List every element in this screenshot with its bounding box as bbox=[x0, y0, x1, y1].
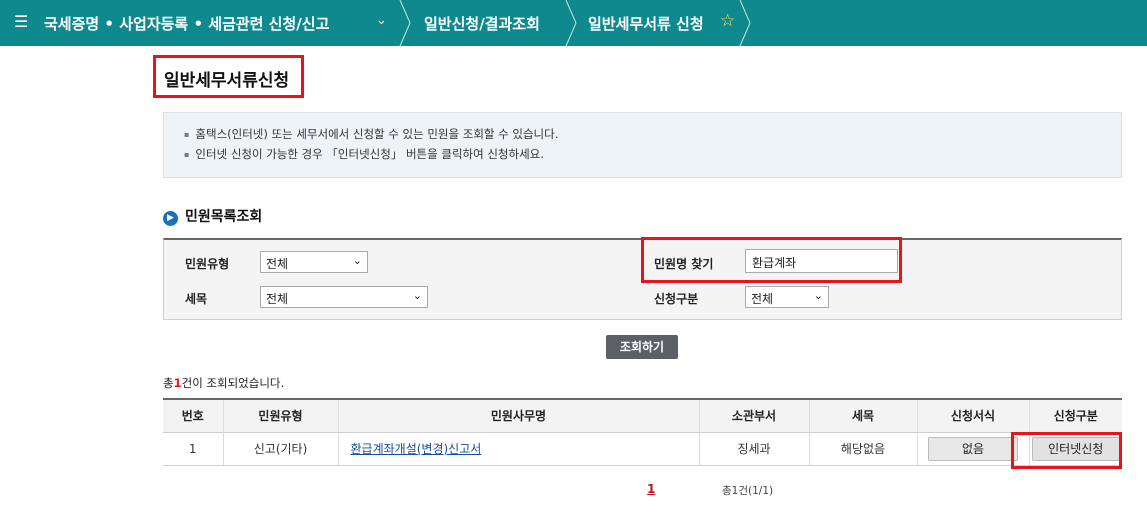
tax-item-select[interactable]: 전체 ⌄ bbox=[260, 286, 428, 308]
chevron-down-icon: ⌄ bbox=[352, 254, 362, 267]
breadcrumb-separator-icon bbox=[565, 0, 577, 46]
row-tax-item: 해당없음 bbox=[808, 432, 917, 466]
tax-item-value: 전체 bbox=[266, 292, 289, 306]
section-title-text: 민원목록조회 bbox=[185, 209, 263, 225]
row-complaint-type: 신고(기타) bbox=[222, 432, 338, 466]
complaint-name-link[interactable]: 환급계좌개설(변경)신고서 bbox=[351, 442, 482, 456]
column-header: 번호 bbox=[163, 398, 223, 433]
chevron-down-icon: ⌄ bbox=[412, 289, 422, 302]
complaint-type-label: 민원유형 bbox=[185, 257, 230, 271]
chevron-down-icon: ⌄ bbox=[813, 289, 823, 302]
section-title: ▶ 민원목록조회 bbox=[163, 206, 262, 227]
info-line-1: 홈택스(인터넷) 또는 세무서에서 신청할 수 있는 민원을 조회할 수 있습니… bbox=[184, 126, 558, 142]
breadcrumb-current: 일반세무서류 신청 bbox=[588, 15, 704, 33]
apply-type-value: 전체 bbox=[751, 292, 774, 306]
breadcrumb-subcategory[interactable]: 일반신청/결과조회 bbox=[424, 13, 540, 34]
column-header: 소관부서 bbox=[698, 398, 809, 433]
result-count-suffix: 건이 조회되었습니다. bbox=[181, 376, 285, 390]
info-box: 홈택스(인터넷) 또는 세무서에서 신청할 수 있는 민원을 조회할 수 있습니… bbox=[163, 112, 1122, 178]
column-header: 신청서식 bbox=[916, 398, 1029, 433]
row-complaint-name-cell: 환급계좌개설(변경)신고서 bbox=[337, 432, 699, 466]
result-count-number: 1 bbox=[173, 376, 182, 390]
breadcrumb-separator-icon bbox=[399, 0, 411, 46]
highlight-box bbox=[641, 237, 902, 283]
result-count: 총1건이 조회되었습니다. bbox=[163, 375, 284, 391]
apply-type-select[interactable]: 전체 ⌄ bbox=[745, 286, 829, 308]
row-department: 징세과 bbox=[698, 432, 809, 466]
chevron-down-icon[interactable]: ⌄ bbox=[376, 13, 387, 28]
menu-icon[interactable]: ☰ bbox=[14, 12, 28, 31]
apply-type-label: 신청구분 bbox=[654, 292, 699, 306]
arrow-right-circle-icon: ▶ bbox=[163, 211, 178, 226]
row-number: 1 bbox=[163, 432, 223, 466]
form-none-button[interactable]: 없음 bbox=[928, 436, 1018, 461]
info-line-2: 인터넷 신청이 가능한 경우 「인터넷신청」 버튼을 클릭하여 신청하세요. bbox=[184, 146, 543, 162]
breadcrumb-category[interactable]: 국세증명 • 사업자등록 • 세금관련 신청/신고 bbox=[44, 13, 329, 34]
column-header: 민원사무명 bbox=[337, 398, 699, 433]
table-header-row: 번호 민원유형 민원사무명 소관부서 세목 신청서식 신청구분 bbox=[163, 398, 1122, 433]
tax-item-label: 세목 bbox=[185, 292, 208, 306]
complaint-type-select[interactable]: 전체 ⌄ bbox=[260, 251, 368, 273]
result-count-prefix: 총 bbox=[163, 376, 174, 390]
pagination-current-page[interactable]: 1 bbox=[647, 482, 655, 496]
column-header: 민원유형 bbox=[222, 398, 338, 433]
highlight-box bbox=[1011, 432, 1122, 469]
search-button[interactable]: 조회하기 bbox=[606, 335, 678, 359]
page-title: 일반세무서류신청 bbox=[164, 71, 290, 91]
column-header: 신청구분 bbox=[1028, 398, 1122, 433]
favorite-star-icon[interactable]: ☆ bbox=[720, 11, 735, 31]
breadcrumb-separator-icon bbox=[739, 0, 751, 46]
top-nav-bar: ☰ 국세증명 • 사업자등록 • 세금관련 신청/신고 ⌄ 일반신청/결과조회 … bbox=[0, 0, 1147, 46]
pagination-total: 총1건(1/1) bbox=[722, 485, 774, 497]
complaint-type-value: 전체 bbox=[266, 257, 289, 271]
result-table: 번호 민원유형 민원사무명 소관부서 세목 신청서식 신청구분 1 신고(기타)… bbox=[163, 398, 1122, 466]
column-header: 세목 bbox=[808, 398, 917, 433]
table-row: 1 신고(기타) 환급계좌개설(변경)신고서 징세과 해당없음 없음 인터넷신청 bbox=[163, 432, 1122, 466]
